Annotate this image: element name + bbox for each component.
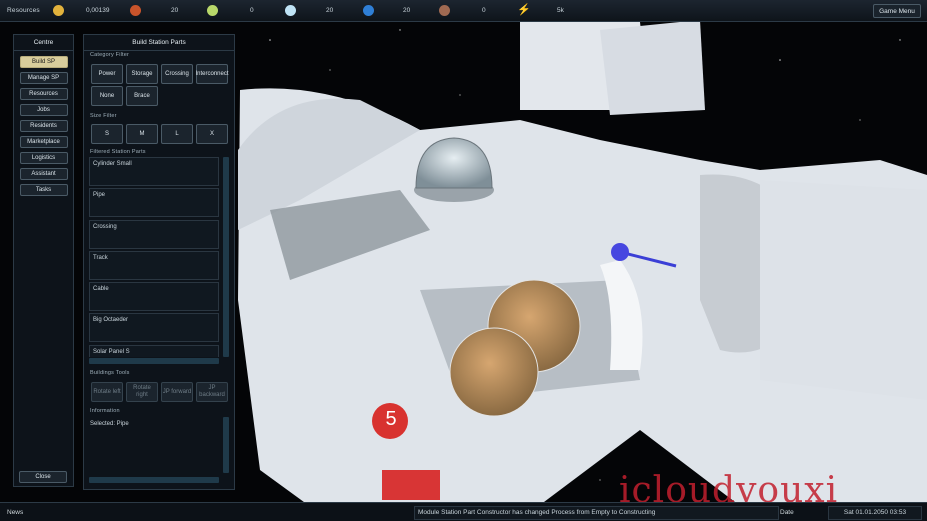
game-menu-button[interactable]: Game Menu	[873, 4, 921, 18]
parts-list-vertical-scrollbar[interactable]	[223, 157, 229, 357]
energy-icon: ⚡	[517, 4, 531, 16]
date-value: Sat 01.01.2050 03:53	[828, 506, 922, 520]
jobs-button[interactable]: Jobs	[19, 104, 68, 116]
news-label: News	[7, 509, 24, 516]
residents-button[interactable]: Residents	[19, 120, 68, 132]
build-title: Build Station Parts	[84, 35, 234, 51]
ore-value: 0	[482, 7, 486, 14]
information-label: Information	[90, 408, 120, 414]
category-brace-button[interactable]: Brace	[126, 86, 158, 106]
parts-list-horizontal-scrollbar[interactable]	[89, 358, 219, 364]
list-item[interactable]: Crossing	[89, 219, 219, 249]
rotate-left-button[interactable]: Rotate left	[91, 382, 123, 402]
energy-value: 5k	[557, 7, 564, 14]
category-power-button[interactable]: Power	[91, 64, 123, 84]
news-bar: News Module Station Part Constructor has…	[0, 502, 927, 521]
centre-title: Centre	[14, 35, 73, 51]
list-item[interactable]: Solar Panel S	[89, 344, 219, 357]
build-station-parts-panel: Build Station Parts Category Filter Powe…	[83, 34, 235, 490]
resources-label: Resources	[7, 7, 40, 14]
list-item[interactable]: Track	[89, 250, 219, 280]
category-interconnect-button[interactable]: Interconnect	[195, 64, 229, 84]
list-item[interactable]: Pipe	[89, 188, 219, 218]
category-none-button[interactable]: None	[91, 86, 123, 106]
centre-panel: Centre Build SP Manage SP Resources Jobs…	[13, 34, 74, 487]
news-message-text: Module Station Part Constructor has chan…	[418, 509, 656, 516]
resources-button[interactable]: Resources	[19, 88, 68, 100]
credits-value: 0,00139	[86, 7, 110, 14]
ore-icon	[439, 5, 450, 16]
fuel-icon	[363, 5, 374, 16]
fuel-value: 20	[403, 7, 411, 14]
oxygen-value: 0	[250, 7, 254, 14]
manage-sp-button[interactable]: Manage SP	[19, 72, 68, 84]
info-vertical-scrollbar[interactable]	[223, 417, 229, 473]
tasks-button[interactable]: Tasks	[19, 184, 68, 196]
size-x-button[interactable]: X	[196, 124, 228, 144]
close-button[interactable]: Close	[19, 471, 67, 483]
list-item[interactable]: Big Octaeder	[89, 313, 219, 343]
list-item[interactable]: Cable	[89, 282, 219, 312]
filtered-parts-label: Filtered Station Parts	[90, 149, 146, 155]
water-value: 20	[326, 7, 334, 14]
assistant-button[interactable]: Assistant	[19, 168, 68, 180]
jp-forward-button[interactable]: JP forward	[161, 382, 193, 402]
marketplace-button[interactable]: Marketplace	[19, 136, 68, 148]
jp-backward-button[interactable]: JP backward	[196, 382, 228, 402]
size-l-button[interactable]: L	[161, 124, 193, 144]
resources-bar: Resources 0,00139 20 0 20 20 0 ⚡ 5k Game…	[0, 0, 927, 22]
oxygen-icon	[207, 5, 218, 16]
station-parts-list: Cylinder Small Pipe Crossing Track Cable…	[89, 157, 219, 357]
food-value: 20	[171, 7, 179, 14]
food-icon	[130, 5, 141, 16]
credits-icon	[53, 5, 64, 16]
list-item[interactable]: Cylinder Small	[89, 157, 219, 186]
category-crossing-button[interactable]: Crossing	[161, 64, 193, 84]
news-message: Module Station Part Constructor has chan…	[414, 506, 779, 520]
rotate-right-button[interactable]: Rotate right	[126, 382, 158, 402]
size-filter-label: Size Filter	[90, 113, 117, 119]
size-m-button[interactable]: M	[126, 124, 158, 144]
info-horizontal-scrollbar[interactable]	[89, 477, 219, 483]
size-s-button[interactable]: S	[91, 124, 123, 144]
date-label: Date	[780, 509, 794, 516]
water-drop-icon	[285, 5, 296, 16]
build-sp-button[interactable]: Build SP	[19, 56, 68, 68]
category-storage-button[interactable]: Storage	[126, 64, 158, 84]
part-number-badge: 5	[385, 408, 397, 430]
buildings-tools-label: Buildings Tools	[90, 370, 130, 376]
information-text: Selected: Pipe	[90, 421, 129, 427]
category-filter-label: Category Filter	[90, 52, 130, 58]
logistics-button[interactable]: Logistics	[19, 152, 68, 164]
